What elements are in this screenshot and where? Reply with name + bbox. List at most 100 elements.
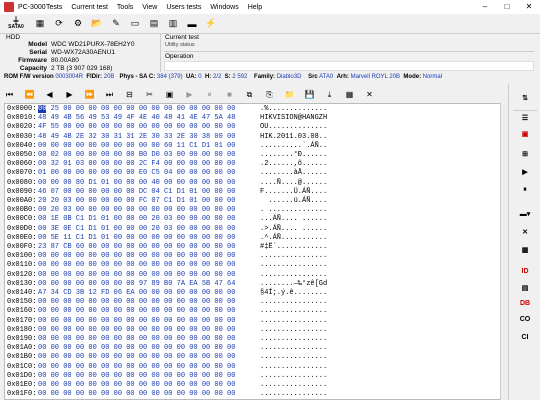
hex-ascii[interactable]: ................ [260, 317, 327, 326]
hex-ascii[interactable]: ................ [260, 363, 327, 372]
flash-icon[interactable]: ⚡ [204, 17, 218, 31]
hex-ascii[interactable]: ...ÁÑ.... ...... [260, 215, 327, 224]
hex-bytes[interactable]: 00 00 00 00 00 00 00 00 00 00 00 00 00 0… [38, 344, 235, 353]
hex-ascii[interactable]: ........°Ð...... [260, 151, 327, 160]
menu-windows[interactable]: Windows [210, 4, 238, 11]
chip-icon[interactable]: ▦ [33, 17, 47, 31]
hex-bytes[interactable]: 23 87 CB 60 00 00 00 00 00 00 00 00 00 0… [38, 243, 235, 252]
maximize-button[interactable]: □ [496, 0, 518, 14]
hex-bytes[interactable]: 00 00 00 00 00 00 00 00 00 00 60 11 C1 D… [38, 142, 235, 151]
open-file-icon[interactable]: 📁 [284, 89, 295, 100]
menu-help[interactable]: Help [248, 4, 262, 11]
ci-button[interactable]: CI [517, 334, 533, 346]
id-button[interactable]: ID [517, 268, 533, 280]
hex-bytes[interactable]: 00 00 00 00 00 00 00 00 00 00 00 00 00 0… [38, 335, 235, 344]
disk-icon[interactable]: ▣ [517, 130, 533, 142]
hex-bytes[interactable]: 00 20 03 00 00 00 00 00 00 00 00 00 00 0… [38, 206, 235, 215]
save-icon[interactable]: ▣ [164, 89, 175, 100]
hex-ascii[interactable]: ........—‰°zê[Gd [260, 280, 327, 289]
play-icon[interactable]: ▶ [517, 168, 533, 180]
hex-ascii[interactable]: ................ [260, 252, 327, 261]
co-button[interactable]: CO [517, 316, 533, 328]
hex-ascii[interactable]: #‡Ë`............ [260, 243, 327, 252]
hex-bytes[interactable]: 00 00 00 00 00 00 00 00 97 89 B0 7A EA 5… [38, 280, 235, 289]
hex-ascii[interactable]: HIK.2011.03.08.. [260, 133, 327, 142]
hex-bytes[interactable]: 00 00 00 00 00 00 00 00 00 00 00 00 00 0… [38, 326, 235, 335]
hex-bytes[interactable]: 00 5E 11 C1 D1 01 00 00 00 00 00 00 00 0… [38, 234, 235, 243]
hex-bytes[interactable]: 00 00 00 00 00 00 00 00 00 00 00 00 00 0… [38, 390, 235, 399]
close-button[interactable]: ✕ [518, 0, 540, 14]
hex-ascii[interactable]: ................ [260, 372, 327, 381]
menu-view[interactable]: View [142, 4, 157, 11]
hex-bytes[interactable]: 00 32 01 03 00 00 00 00 2C F4 00 00 00 0… [38, 160, 235, 169]
hex-bytes[interactable]: 00 00 00 00 00 00 00 00 00 00 00 00 00 0… [38, 271, 235, 280]
sata-port-button[interactable]: ⏚ SATA0 [4, 16, 28, 31]
hex-ascii[interactable]: ................ [260, 390, 327, 399]
copy-icon[interactable]: ⧉ [244, 89, 255, 100]
hex-ascii[interactable]: ................ [260, 261, 327, 270]
next-icon[interactable]: ▶ [64, 89, 75, 100]
hex-ascii[interactable]: ................ [260, 335, 327, 344]
hex-bytes[interactable]: A7 34 CD 3B 12 FD 06 EA 00 00 00 00 00 0… [38, 289, 235, 298]
hex-bytes[interactable]: 00 00 00 00 00 00 00 00 00 00 00 00 00 0… [38, 353, 235, 362]
export-icon[interactable]: ⤓ [324, 89, 335, 100]
prev-page-icon[interactable]: ⏪ [24, 89, 35, 100]
bookmark-icon[interactable]: ⊟ [124, 89, 135, 100]
hex-ascii[interactable]: ........àÅ...... [260, 169, 327, 178]
gear-icon[interactable]: ⚙ [71, 17, 85, 31]
tools-icon[interactable]: ✎ [109, 17, 123, 31]
sort-icon[interactable]: ⇅ [517, 94, 533, 106]
pause-icon[interactable]: ⏸ [204, 89, 215, 100]
hex-ascii[interactable]: .^.ÁÑ........... [260, 234, 327, 243]
save-file-icon[interactable]: 💾 [304, 89, 315, 100]
hex-bytes[interactable]: 00 02 00 00 00 00 00 00 B0 D0 03 00 00 0… [38, 151, 235, 160]
minimize-button[interactable]: – [474, 0, 496, 14]
hex-bytes[interactable]: 4F 55 00 00 00 00 00 00 00 00 00 00 00 0… [38, 123, 235, 132]
refresh-icon[interactable]: ⟳ [52, 17, 66, 31]
pause-icon[interactable]: ⏸ [517, 186, 533, 198]
tree-icon[interactable]: ⊞ [517, 150, 533, 162]
hex-ascii[interactable]: ................ [260, 307, 327, 316]
hex-bytes[interactable]: 00 1E 0B C1 D1 01 00 00 00 20 03 00 00 0… [38, 215, 235, 224]
hex-bytes[interactable]: 46 07 00 00 00 00 00 00 DC 04 C1 D1 01 0… [38, 188, 235, 197]
hex-ascii[interactable]: ......ü.ÁÑ.... [260, 197, 327, 206]
hex-bytes[interactable]: 00 00 00 00 00 00 00 00 00 00 00 00 00 0… [38, 317, 235, 326]
hex-bytes[interactable]: 00 00 00 80 D1 01 00 00 00 40 00 00 00 0… [38, 179, 235, 188]
next-page-icon[interactable]: ⏩ [84, 89, 95, 100]
grid-icon[interactable]: ▦ [344, 89, 355, 100]
drive-arrow-icon[interactable]: ▬▾ [517, 210, 533, 222]
hex-bytes[interactable]: 00 3E 0E C1 D1 01 00 00 00 20 03 00 00 0… [38, 225, 235, 234]
hex-ascii[interactable]: ................ [260, 271, 327, 280]
prev-icon[interactable]: ◀ [44, 89, 55, 100]
hex-bytes[interactable]: 00 00 00 00 00 00 00 00 00 00 00 00 00 0… [38, 381, 235, 390]
menu-current-test[interactable]: Current test [71, 4, 108, 11]
hex-ascii[interactable]: ..........`.ÁÑ.. [260, 142, 327, 151]
hex-ascii[interactable]: ................ [260, 353, 327, 362]
hex-bytes[interactable]: 48 49 4B 2E 32 30 31 31 2E 30 33 2E 30 3… [38, 133, 235, 142]
paste-icon[interactable]: ⎘ [264, 89, 275, 100]
stop-icon[interactable]: ■ [224, 89, 235, 100]
hex-ascii[interactable]: ................ [260, 298, 327, 307]
menu-tools[interactable]: Tools [117, 4, 133, 11]
hex-ascii[interactable]: .>.ÁÑ.... ...... [260, 225, 327, 234]
tools-icon[interactable]: ✕ [517, 228, 533, 240]
list-icon[interactable]: ☰ [517, 114, 533, 126]
hex-bytes[interactable]: 00 00 00 00 00 00 00 00 00 00 00 00 00 0… [38, 252, 235, 261]
hex-bytes[interactable]: 00 25 00 00 00 00 00 00 00 00 00 00 00 0… [38, 105, 235, 114]
hex-ascii[interactable]: HIKVISION@HANGZH [260, 114, 327, 123]
hex-ascii[interactable]: ................ [260, 381, 327, 390]
hex-bytes[interactable]: 00 00 00 00 00 00 00 00 00 00 00 00 00 0… [38, 298, 235, 307]
menu-users-tests[interactable]: Users tests [166, 4, 201, 11]
db-button[interactable]: DB [517, 300, 533, 312]
drive-icon[interactable]: ▬ [185, 17, 199, 31]
monitor-icon[interactable]: ▭ [128, 17, 142, 31]
grid-icon[interactable]: ▦ [517, 246, 533, 258]
hex-ascii[interactable]: ................ [260, 344, 327, 353]
hex-ascii[interactable]: OU.............. [260, 123, 327, 132]
hdd-icon[interactable]: ▤ [517, 284, 533, 296]
vertical-scrollbar[interactable] [500, 103, 507, 400]
folder-open-icon[interactable]: 📂 [90, 17, 104, 31]
tools-icon[interactable]: ✕ [364, 89, 375, 100]
hex-ascii[interactable]: ....Ñ....@...... [260, 179, 327, 188]
hex-bytes[interactable]: 20 20 03 00 00 00 00 00 FC 07 C1 D1 01 0… [38, 197, 235, 206]
